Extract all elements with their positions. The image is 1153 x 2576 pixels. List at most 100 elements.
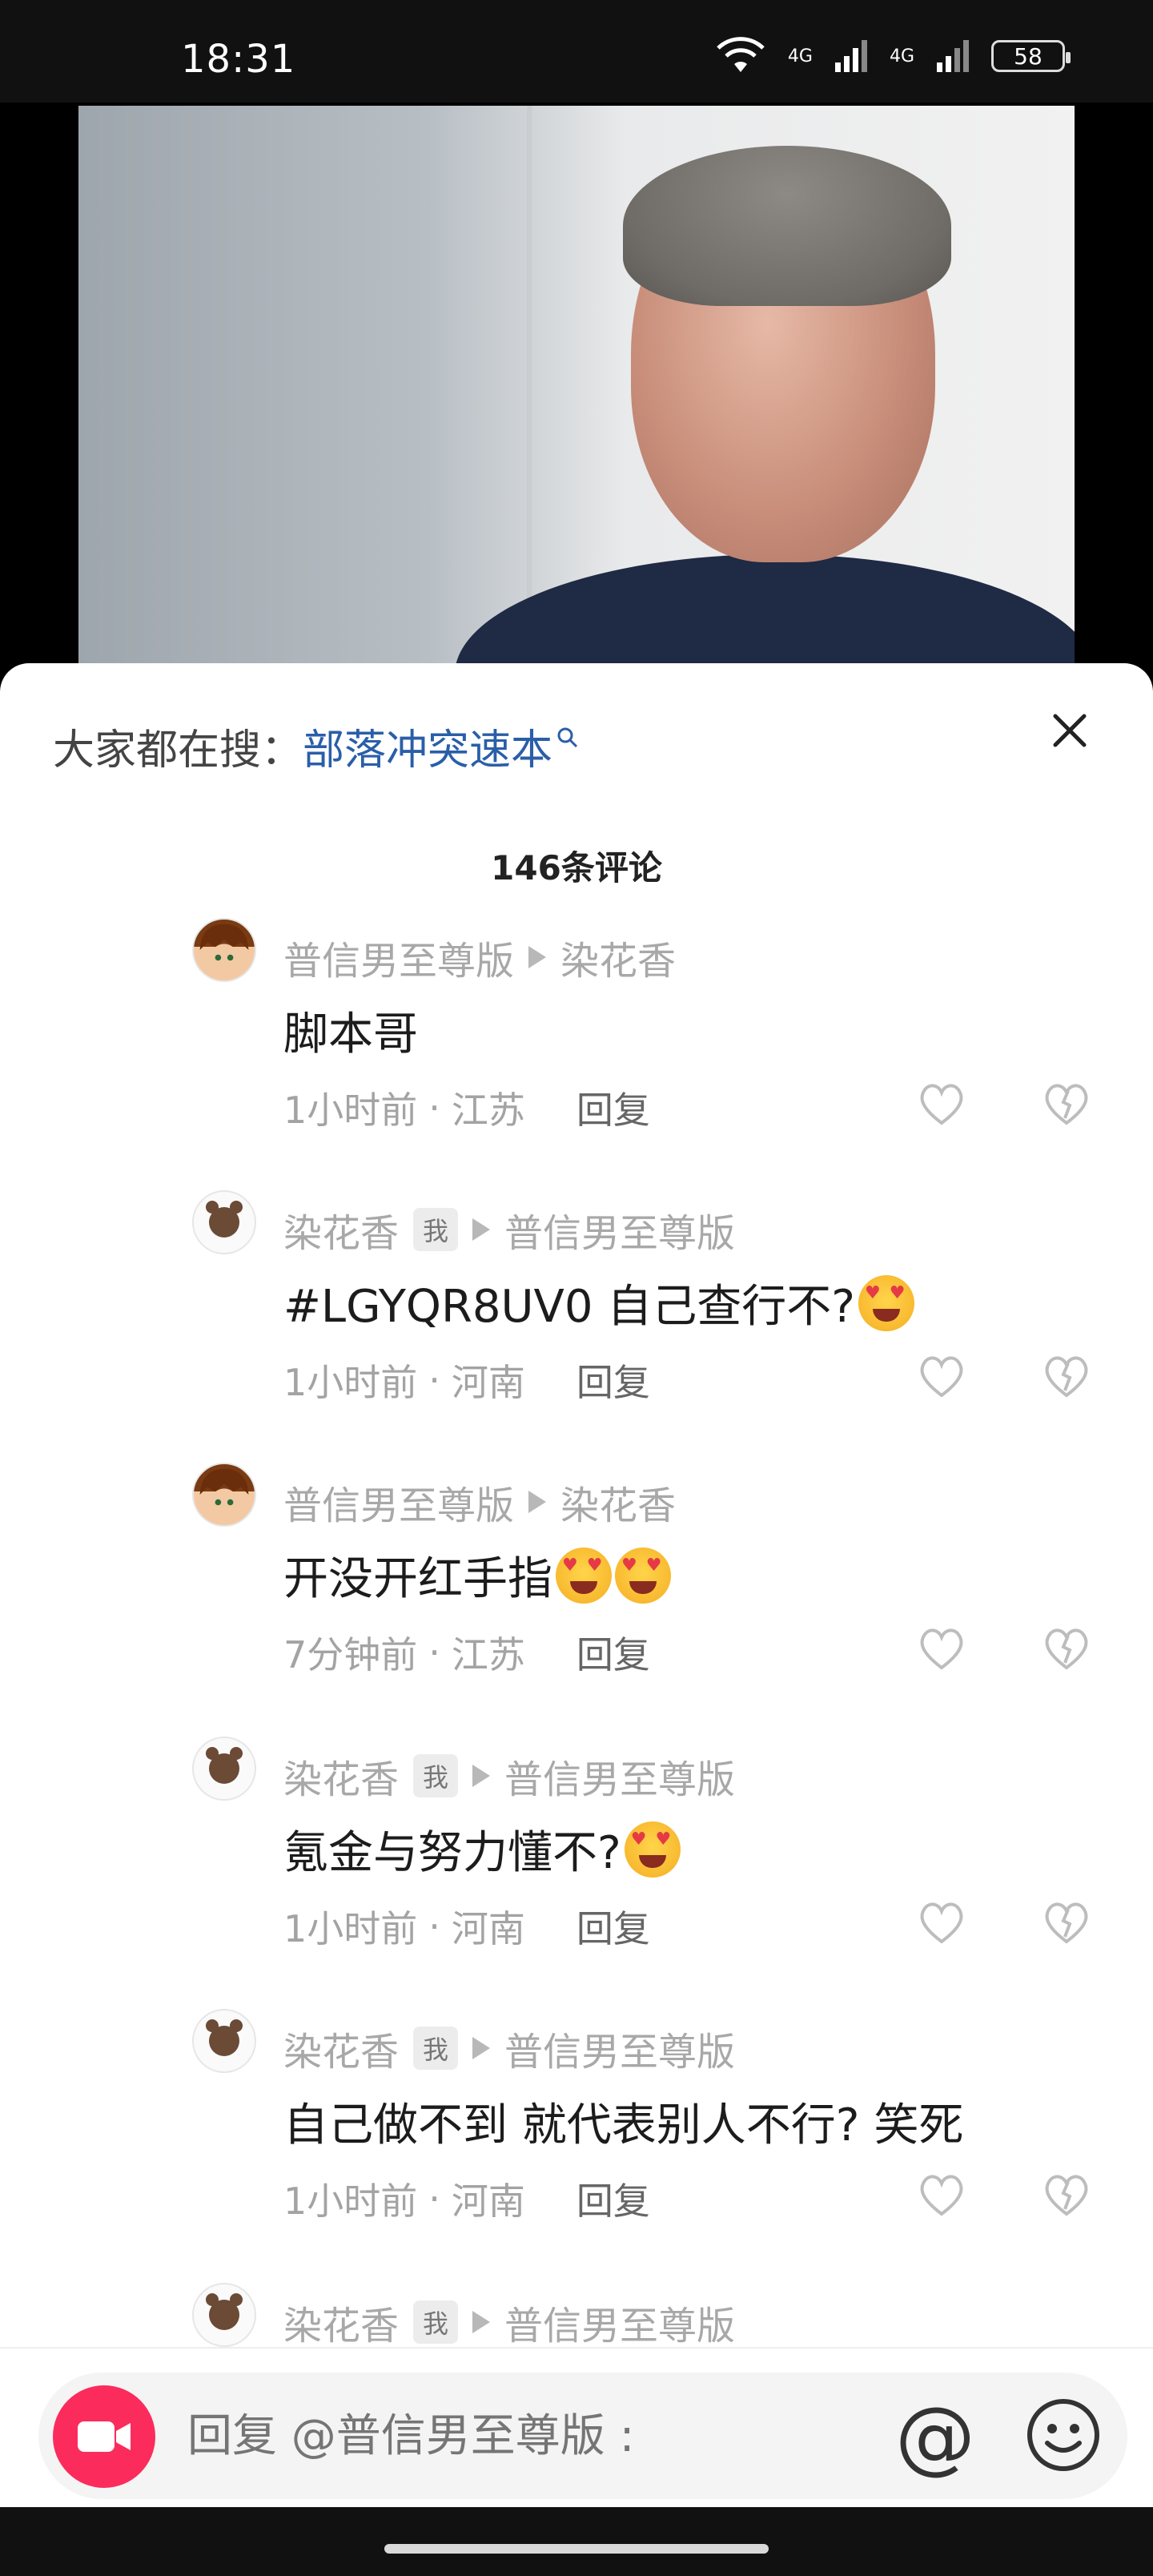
bear-avatar-icon — [206, 1201, 243, 1238]
comment-reply-to[interactable]: 普信男至尊版 — [504, 1748, 735, 1804]
comment-item: 染花香 我 普信男至尊版 氪金与努力懂不? 1小时前 · 河南 回复 — [0, 1737, 1153, 2009]
comment-sub-line: 1小时前 · 河南 回复 — [283, 1900, 650, 1953]
comment-meta: 普信男至尊版 染花香 — [283, 1474, 676, 1530]
comment-item: 普信男至尊版 染花香 开没开红手指 7分钟前 · 江苏 回复 — [0, 1463, 1153, 1735]
reply-button[interactable]: 回复 — [576, 1354, 650, 1407]
reply-button[interactable]: 回复 — [576, 2172, 650, 2225]
comment-time: 1小时前 — [283, 1361, 418, 1404]
comment-reply-to[interactable]: 染花香 — [560, 1474, 676, 1530]
like-icon[interactable] — [916, 1623, 967, 1674]
dislike-icon[interactable] — [1041, 1350, 1092, 1402]
me-badge: 我 — [413, 1208, 459, 1251]
comment-meta: 染花香 我 普信男至尊版 — [283, 1201, 735, 1258]
at-icon[interactable]: @ — [895, 2397, 975, 2477]
reply-arrow-icon — [472, 1765, 491, 1787]
comment-text: #LGYQR8UV0 自己查行不? — [283, 1270, 914, 1335]
avatar[interactable] — [192, 1463, 256, 1527]
like-icon[interactable] — [916, 1897, 967, 1948]
comment-author[interactable]: 普信男至尊版 — [283, 1474, 514, 1530]
comment-reply-to[interactable]: 染花香 — [560, 929, 676, 985]
separator-dot: · — [428, 2177, 440, 2220]
comment-text-content: #LGYQR8UV0 自己查行不? — [283, 1281, 855, 1333]
me-badge: 我 — [413, 2300, 459, 2344]
like-icon[interactable] — [916, 2169, 967, 2220]
battery-icon: 58 — [991, 40, 1071, 72]
video-person-hair — [623, 146, 951, 306]
comment-text-content: 开没开红手指 — [283, 1553, 552, 1605]
comment-location: 河南 — [451, 2180, 525, 2223]
reply-input[interactable] — [187, 2400, 860, 2472]
reply-button[interactable]: 回复 — [576, 1081, 650, 1134]
video-frame[interactable] — [78, 106, 1075, 676]
comment-sub-line: 1小时前 · 江苏 回复 — [283, 1081, 650, 1134]
comment-time: 1小时前 — [283, 1089, 418, 1132]
video-wall — [527, 106, 532, 676]
comment-reply-to[interactable]: 普信男至尊版 — [504, 1201, 735, 1258]
comment-sub-line: 1小时前 · 河南 回复 — [283, 1354, 650, 1407]
comment-author[interactable]: 染花香 — [283, 1201, 399, 1258]
comment-item: 染花香 我 普信男至尊版 #LGYQR8UV0 自己查行不? 1小时前 · 河南… — [0, 1190, 1153, 1463]
anime-avatar-icon — [199, 924, 249, 978]
comment-item: 染花香 我 普信男至尊版 自己做不到 就代表别人不行? 笑死 1小时前 · 河南… — [0, 2009, 1153, 2281]
comment-time: 7分钟前 — [283, 1633, 418, 1676]
comment-meta: 染花香 我 普信男至尊版 — [283, 2020, 735, 2076]
network-label-1: 4G — [787, 46, 813, 66]
camera-button[interactable] — [53, 2385, 155, 2488]
status-time: 18:31 — [181, 37, 296, 82]
separator-dot: · — [428, 1631, 440, 1674]
anime-avatar-icon — [199, 1468, 249, 1523]
comment-count: 146条评论 — [491, 848, 662, 888]
navigation-area — [0, 2507, 1153, 2576]
comment-text-content: 氪金与努力懂不? — [283, 1827, 621, 1879]
comment-sheet: 大家都在搜：部落冲突速本 146条评论 普信男至尊版 染花香 脚本哥 1小时前 … — [0, 663, 1153, 2538]
dislike-icon[interactable] — [1041, 1623, 1092, 1674]
signal-icon-2 — [937, 40, 969, 72]
dislike-icon[interactable] — [1041, 1078, 1092, 1129]
avatar[interactable] — [192, 2009, 256, 2073]
reply-button[interactable]: 回复 — [576, 1626, 650, 1679]
close-icon[interactable] — [1047, 708, 1092, 753]
comment-reply-to[interactable]: 普信男至尊版 — [504, 2294, 735, 2350]
emoji-icon[interactable] — [1025, 2397, 1102, 2473]
signal-icon — [834, 40, 867, 72]
reply-arrow-icon — [472, 2037, 491, 2059]
comment-author[interactable]: 染花香 — [283, 1748, 399, 1804]
like-icon[interactable] — [916, 1078, 967, 1129]
network-label-2: 4G — [889, 46, 914, 66]
avatar[interactable] — [192, 2283, 256, 2347]
avatar[interactable] — [192, 1737, 256, 1801]
comment-reply-to[interactable]: 普信男至尊版 — [504, 2020, 735, 2076]
comment-meta: 染花香 我 普信男至尊版 — [283, 1748, 735, 1804]
dislike-icon[interactable] — [1041, 2169, 1092, 2220]
reply-arrow-icon — [472, 2311, 491, 2333]
reply-button[interactable]: 回复 — [576, 1900, 650, 1953]
battery-level: 58 — [1014, 42, 1043, 70]
comment-text-content: 脚本哥 — [283, 1008, 418, 1061]
avatar[interactable] — [192, 1190, 256, 1254]
video-person-body — [455, 554, 1075, 676]
like-icon[interactable] — [916, 1350, 967, 1402]
search-icon — [557, 727, 578, 747]
dislike-icon[interactable] — [1041, 1897, 1092, 1948]
video-player[interactable] — [0, 103, 1153, 676]
reply-arrow-icon — [528, 1491, 547, 1513]
comment-author[interactable]: 普信男至尊版 — [283, 929, 514, 985]
comment-author[interactable]: 染花香 — [283, 2020, 399, 2076]
avatar[interactable] — [192, 918, 256, 982]
separator-dot: · — [428, 1905, 440, 1948]
comment-text: 自己做不到 就代表别人不行? 笑死 — [283, 2089, 963, 2154]
comment-author[interactable]: 染花香 — [283, 2294, 399, 2350]
comment-location: 河南 — [451, 1361, 525, 1404]
comment-location: 江苏 — [451, 1633, 525, 1676]
home-indicator[interactable] — [384, 2544, 769, 2554]
search-suggestion-query[interactable]: 部落冲突速本 — [303, 727, 552, 775]
search-suggestion[interactable]: 大家都在搜：部落冲突速本 — [53, 716, 580, 776]
comment-meta: 染花香 我 普信男至尊版 — [283, 2294, 735, 2350]
heart-eyes-emoji-icon — [615, 1547, 671, 1604]
comment-text: 脚本哥 — [283, 998, 418, 1063]
reply-input-bar: @ — [0, 2347, 1153, 2507]
separator-dot: · — [428, 1358, 440, 1402]
comment-sub-line: 1小时前 · 河南 回复 — [283, 2172, 650, 2225]
comment-text-content: 自己做不到 就代表别人不行? 笑死 — [283, 2099, 964, 2151]
comment-item: 普信男至尊版 染花香 脚本哥 1小时前 · 江苏 回复 — [0, 918, 1153, 1190]
